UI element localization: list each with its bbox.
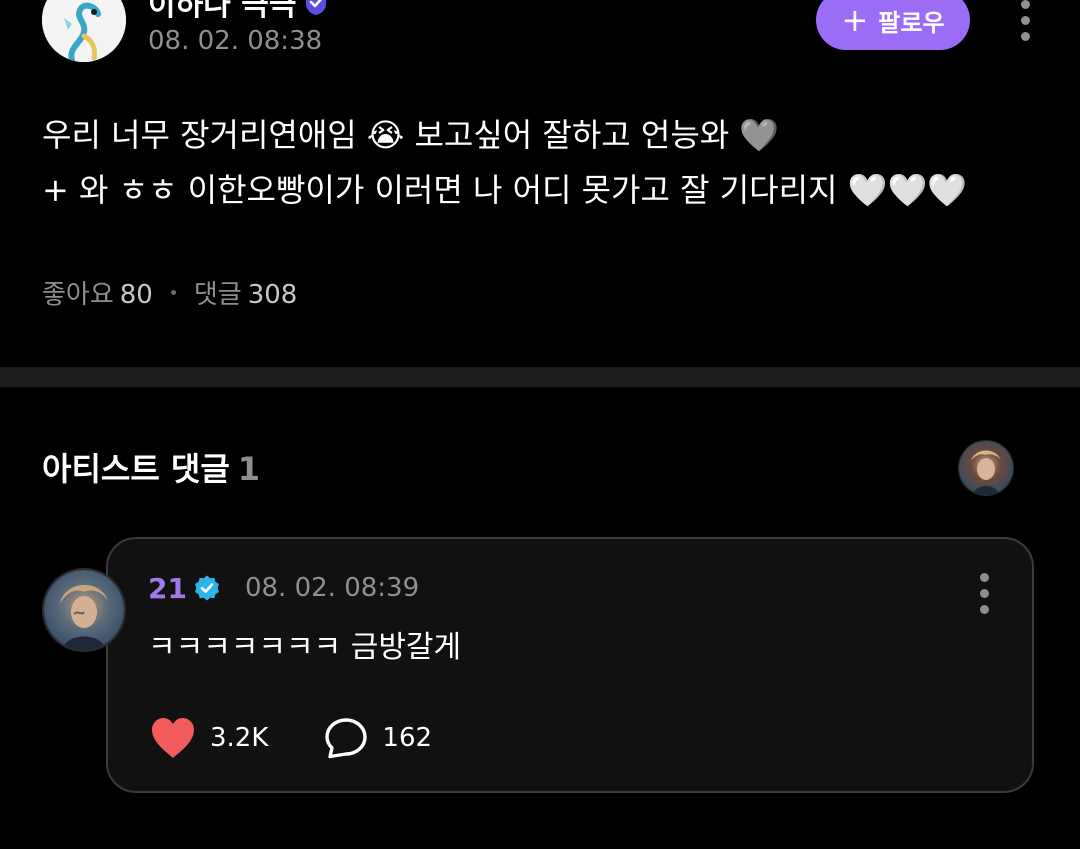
post-body: 우리 너무 장거리연애임 😭 보고싶어 잘하고 언능와 🩶 + 와 ㅎㅎ 이한오… bbox=[42, 108, 1042, 218]
post-stats: 좋아요 80 댓글 308 bbox=[42, 274, 297, 311]
comment-author-name[interactable]: 21 bbox=[148, 572, 187, 605]
likes-count: 80 bbox=[119, 280, 153, 310]
artist-comments-title: 아티스트 댓글 1 bbox=[42, 444, 260, 490]
plus-icon: + bbox=[841, 1, 869, 39]
heart-icon bbox=[152, 718, 194, 758]
artist-photo-icon bbox=[959, 441, 1013, 495]
post-body-line: 우리 너무 장거리연애임 😭 보고싶어 잘하고 언능와 🩶 bbox=[42, 116, 780, 154]
author-avatar[interactable] bbox=[42, 0, 126, 62]
comment-actions: 3.2K 162 bbox=[150, 714, 432, 762]
likes-stat[interactable]: 좋아요 80 bbox=[42, 274, 153, 311]
post-header: 이하나 극극 08. 02. 08:38 + 팔로우 bbox=[0, 0, 1080, 72]
comments-stat[interactable]: 댓글 308 bbox=[194, 274, 297, 311]
follow-button-label: 팔로우 bbox=[878, 8, 945, 37]
like-count: 3.2K bbox=[210, 723, 269, 753]
section-divider bbox=[0, 367, 1080, 387]
comment-author-avatar[interactable] bbox=[42, 568, 126, 652]
post-body-line: + 와 ㅎㅎ 이한오빵이가 이러면 나 어디 못가고 잘 기다리지 🤍🤍🤍 bbox=[42, 171, 968, 209]
likes-label: 좋아요 bbox=[42, 280, 114, 310]
verified-check-icon bbox=[194, 575, 219, 601]
post-more-options-icon[interactable] bbox=[1019, 0, 1031, 41]
artist-avatar-small[interactable] bbox=[958, 440, 1014, 496]
comment-text: ㅋㅋㅋㅋㅋㅋㅋ 금방갈게 bbox=[148, 630, 462, 665]
follow-button[interactable]: + 팔로우 bbox=[816, 0, 970, 50]
comments-count: 308 bbox=[247, 280, 298, 310]
comment-author-row: 21 08. 02. 08:39 bbox=[148, 570, 419, 606]
separator-dot bbox=[170, 290, 176, 295]
post-timestamp: 08. 02. 08:38 bbox=[148, 26, 323, 56]
author-row: 이하나 극극 bbox=[148, 0, 330, 23]
artist-comments-title-text: 아티스트 댓글 bbox=[42, 450, 230, 488]
verified-badge-icon bbox=[306, 0, 327, 15]
like-button[interactable]: 3.2K bbox=[150, 717, 268, 759]
comment-timestamp: 08. 02. 08:39 bbox=[244, 573, 420, 603]
reply-count: 162 bbox=[382, 723, 433, 753]
artist-comments-count: 1 bbox=[237, 450, 261, 488]
artist-photo-icon bbox=[44, 570, 124, 650]
dragon-fish-avatar-icon bbox=[42, 0, 126, 62]
speech-bubble-icon bbox=[325, 718, 368, 759]
comments-label: 댓글 bbox=[193, 280, 242, 310]
reply-button[interactable]: 162 bbox=[324, 717, 432, 759]
author-name[interactable]: 이하나 극극 bbox=[148, 0, 296, 24]
comment-more-options-icon[interactable] bbox=[978, 573, 990, 614]
